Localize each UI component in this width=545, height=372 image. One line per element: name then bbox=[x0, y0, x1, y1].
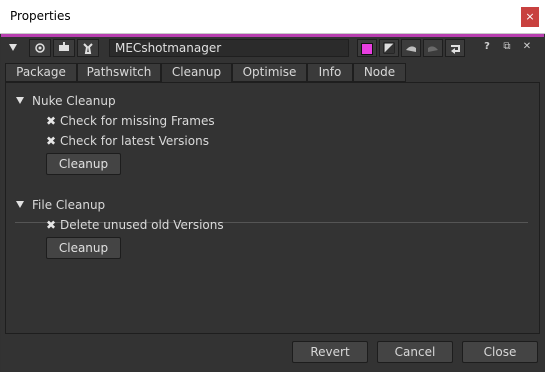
color-swatch-icon[interactable] bbox=[357, 39, 377, 57]
check-missing-frames[interactable]: ✖ Check for missing Frames bbox=[46, 114, 215, 130]
collapse-triangle-icon[interactable] bbox=[5, 39, 21, 57]
check-latest-versions[interactable]: ✖ Check for latest Versions bbox=[46, 134, 209, 150]
tab-optimise[interactable]: Optimise bbox=[232, 63, 307, 82]
file-cleanup-header[interactable]: File Cleanup bbox=[16, 198, 105, 214]
tab-info[interactable]: Info bbox=[307, 63, 353, 82]
nuke-cleanup-header[interactable]: Nuke Cleanup bbox=[16, 94, 116, 110]
section-title: File Cleanup bbox=[32, 198, 106, 212]
tab-cleanup[interactable]: Cleanup bbox=[161, 63, 232, 83]
check-delete-old-versions[interactable]: ✖ Delete unused old Versions bbox=[46, 218, 224, 234]
window-close-button[interactable]: × bbox=[521, 7, 539, 27]
checkmark-icon: ✖ bbox=[46, 218, 57, 232]
check-label: Check for latest Versions bbox=[60, 134, 209, 148]
close-icon[interactable]: ✕ bbox=[519, 39, 535, 57]
title-bar: Properties × bbox=[0, 0, 545, 34]
tab-node[interactable]: Node bbox=[353, 63, 406, 82]
float-icon[interactable]: ⧉ bbox=[499, 39, 515, 57]
node-toolbar: MECshotmanager ? ⧉ ✕ bbox=[5, 39, 541, 59]
nuke-cleanup-button[interactable]: Cleanup bbox=[46, 153, 121, 175]
checkmark-icon: ✖ bbox=[46, 114, 57, 128]
undo-icon[interactable] bbox=[401, 39, 421, 57]
file-cleanup-button[interactable]: Cleanup bbox=[46, 237, 121, 259]
help-icon[interactable]: ? bbox=[479, 39, 495, 57]
checker-icon[interactable] bbox=[379, 39, 399, 57]
revert-button[interactable]: Revert bbox=[292, 341, 368, 363]
viewer-icon[interactable] bbox=[29, 39, 51, 57]
checkmark-icon: ✖ bbox=[46, 134, 57, 148]
close-button[interactable]: Close bbox=[462, 341, 538, 363]
tab-pathswitch[interactable]: Pathswitch bbox=[77, 63, 161, 82]
node-name-field[interactable]: MECshotmanager bbox=[109, 39, 349, 57]
check-label: Check for missing Frames bbox=[60, 114, 215, 128]
properties-panel: MECshotmanager ? ⧉ ✕ Package Pathswitch … bbox=[1, 37, 544, 371]
check-label: Delete unused old Versions bbox=[60, 218, 224, 232]
redo-icon[interactable] bbox=[423, 39, 443, 57]
collapse-triangle-icon bbox=[16, 201, 24, 208]
cancel-button[interactable]: Cancel bbox=[377, 341, 453, 363]
cleanup-tab-panel: Nuke Cleanup ✖ Check for missing Frames ✖… bbox=[5, 82, 540, 334]
tab-package[interactable]: Package bbox=[5, 63, 77, 82]
wrench-icon[interactable] bbox=[77, 39, 99, 57]
revert-icon[interactable] bbox=[445, 39, 465, 57]
grab-icon[interactable] bbox=[53, 39, 75, 57]
section-title: Nuke Cleanup bbox=[32, 94, 116, 108]
collapse-triangle-icon bbox=[16, 97, 24, 104]
window-title: Properties bbox=[10, 9, 71, 23]
